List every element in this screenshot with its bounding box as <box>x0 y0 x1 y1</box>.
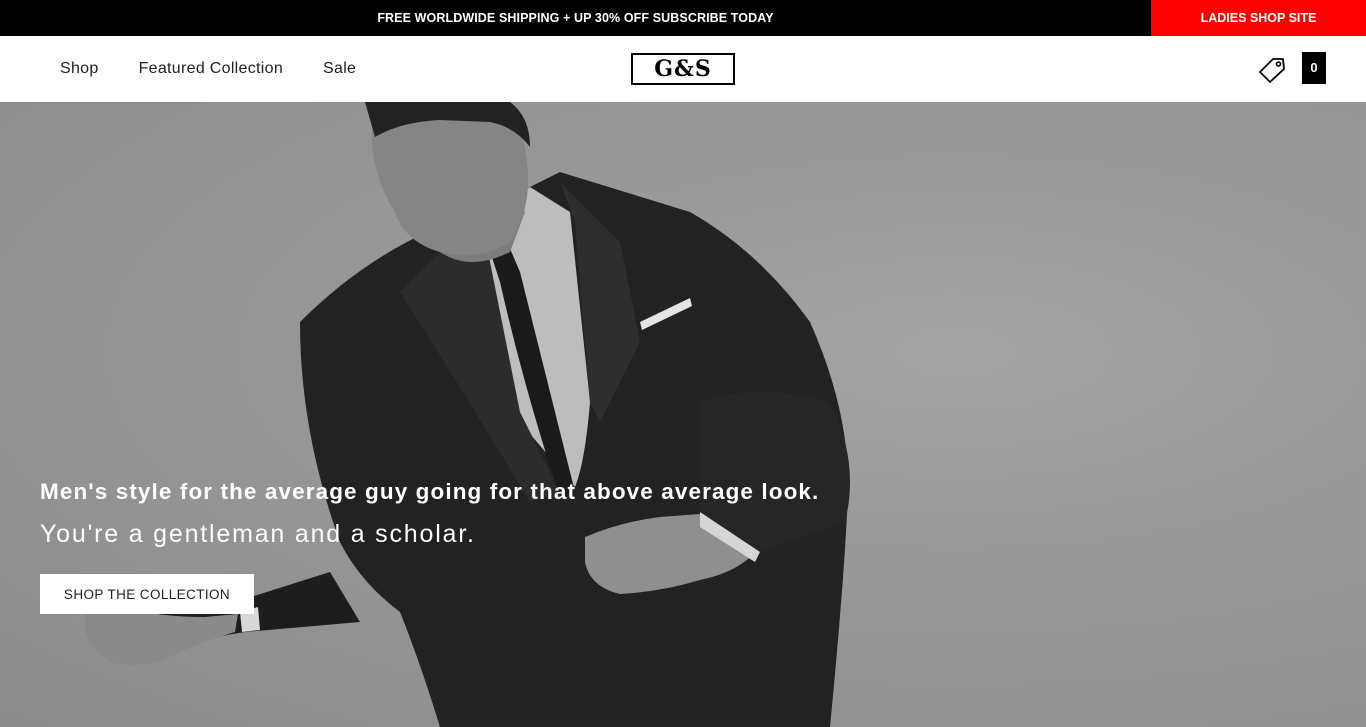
announcement-bar: FREE WORLDWIDE SHIPPING + UP 30% OFF SUB… <box>0 0 1366 36</box>
site-header: Shop Featured Collection Sale G&S 0 <box>0 36 1366 102</box>
nav-item-featured-collection[interactable]: Featured Collection <box>139 60 283 78</box>
nav-item-shop[interactable]: Shop <box>60 60 99 78</box>
ladies-shop-link[interactable]: LADIES SHOP SITE <box>1151 0 1366 36</box>
shop-the-collection-button[interactable]: SHOP THE COLLECTION <box>40 574 254 614</box>
hero-subheadline: You're a gentleman and a scholar. <box>40 520 476 548</box>
hero-banner: Men's style for the average guy going fo… <box>0 102 1366 727</box>
man-in-suit-photo <box>85 102 850 727</box>
tag-icon[interactable] <box>1257 56 1287 84</box>
nav-item-sale[interactable]: Sale <box>323 60 356 78</box>
announcement-message[interactable]: FREE WORLDWIDE SHIPPING + UP 30% OFF SUB… <box>0 0 1151 36</box>
site-logo[interactable]: G&S <box>631 53 735 85</box>
cart-count-badge[interactable]: 0 <box>1302 52 1326 84</box>
hero-headline: Men's style for the average guy going fo… <box>40 479 820 504</box>
main-nav: Shop Featured Collection Sale <box>60 36 396 102</box>
